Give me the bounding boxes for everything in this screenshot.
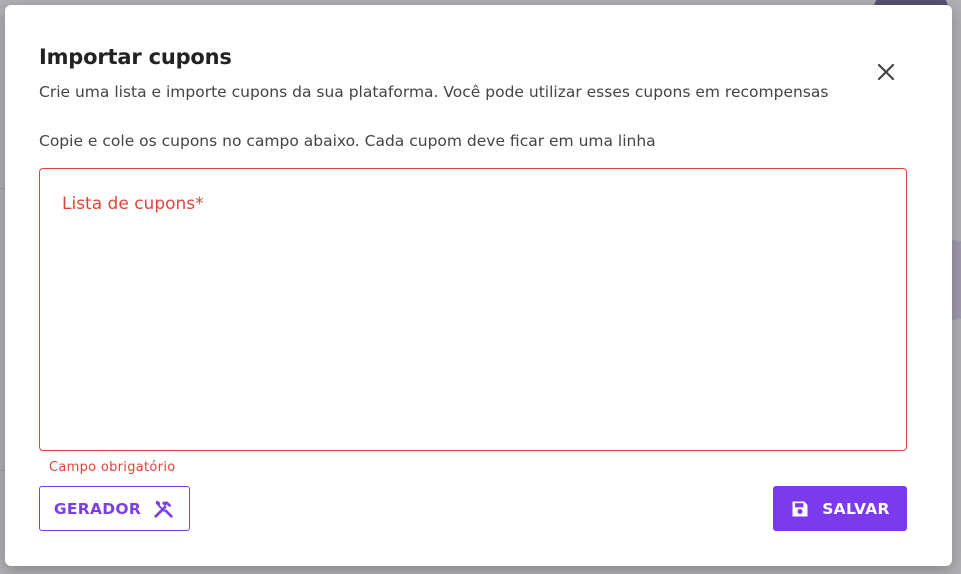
dialog-subtitle: Crie uma lista e importe cupons da sua p… (39, 83, 829, 101)
generator-button-label: GERADOR (53, 499, 142, 518)
field-error-message: Campo obrigatório (49, 460, 176, 475)
import-coupons-dialog: Importar cupons Crie uma lista e importe… (5, 5, 952, 566)
coupon-list-textarea[interactable] (62, 225, 890, 436)
coupon-list-field[interactable]: Lista de cupons* (39, 168, 907, 451)
close-button[interactable] (871, 57, 901, 87)
save-button-label: SALVAR (822, 499, 890, 518)
coupon-list-label: Lista de cupons* (62, 194, 204, 214)
close-icon (876, 62, 896, 82)
generator-button[interactable]: GERADOR (39, 486, 190, 531)
save-button[interactable]: SALVAR (773, 486, 907, 531)
instructions-text: Copie e cole os cupons no campo abaixo. … (39, 132, 656, 150)
dialog-title: Importar cupons (39, 45, 232, 69)
hammer-wrench-icon (153, 498, 175, 520)
floppy-disk-icon (790, 499, 810, 519)
